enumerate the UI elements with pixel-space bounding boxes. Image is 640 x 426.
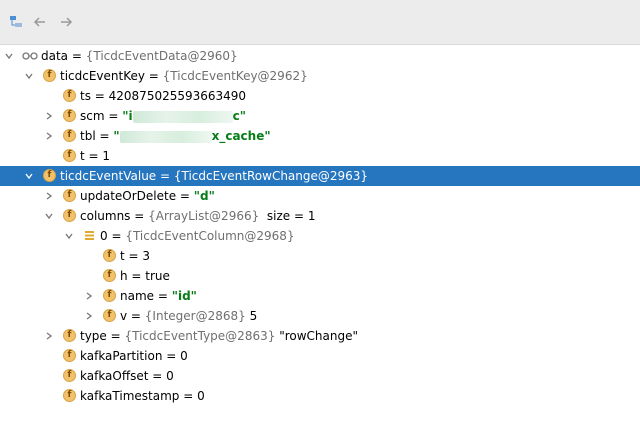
redacted-blur [119, 130, 212, 143]
redacted-blur [132, 110, 233, 123]
string-value-start: "i [122, 109, 133, 123]
node-text: kafkaOffset = 0 [80, 369, 174, 383]
chevron-right-icon[interactable] [44, 106, 54, 126]
field-icon: f [103, 289, 116, 302]
tree-row-ticdcEventKey[interactable]: f ticdcEventKey = {TicdcEventKey@2962} [0, 66, 640, 86]
field-icon: f [63, 369, 76, 382]
debugger-toolbar [0, 0, 640, 45]
field-icon: f [63, 149, 76, 162]
node-name: updateOrDelete = [80, 189, 194, 203]
node-name: tbl = [80, 129, 114, 143]
node-ref: {TicdcEventColumn@2968} [125, 229, 295, 243]
string-value-end: x_cache" [211, 129, 271, 143]
chevron-down-icon[interactable] [24, 166, 34, 186]
chevron-right-icon[interactable] [84, 306, 94, 326]
tree-row-column-0[interactable]: 0 = {TicdcEventColumn@2968} [0, 226, 640, 246]
chevron-down-icon[interactable] [64, 226, 74, 246]
node-name: ticdcEventValue [60, 169, 157, 183]
forward-arrow-icon[interactable] [58, 14, 74, 30]
node-text: h = true [120, 269, 170, 283]
string-value: "id" [171, 289, 197, 303]
node-name: scm = [80, 109, 123, 123]
tree-icon[interactable] [8, 14, 24, 30]
chevron-right-icon[interactable] [44, 326, 54, 346]
field-icon: f [63, 109, 76, 122]
string-value-start: " [113, 129, 120, 143]
chevron-right-icon[interactable] [44, 186, 54, 206]
tree-row-t[interactable]: f t = 1 [0, 146, 640, 166]
field-icon: f [103, 249, 116, 262]
node-name: columns [80, 209, 131, 223]
node-name: type [80, 329, 107, 343]
node-ref: {ArrayList@2966} [148, 209, 260, 223]
field-icon: f [43, 69, 56, 82]
node-value: "rowChange" [279, 329, 358, 343]
node-name: ticdcEventKey [60, 69, 145, 83]
field-icon: f [63, 349, 76, 362]
chevron-down-icon[interactable] [4, 46, 14, 66]
field-icon: f [103, 269, 116, 282]
tree-row-ticdcEventValue[interactable]: f ticdcEventValue = {TicdcEventRowChange… [0, 166, 640, 186]
tree-row-col-name[interactable]: f name = "id" [0, 286, 640, 306]
string-value-end: c" [232, 109, 246, 123]
tree-row-type[interactable]: f type = {TicdcEventType@2863} "rowChang… [0, 326, 640, 346]
node-text: t = 1 [80, 149, 111, 163]
tree-row-columns[interactable]: f columns = {ArrayList@2966} size = 1 [0, 206, 640, 226]
tree-row-kafkaOffset[interactable]: f kafkaOffset = 0 [0, 366, 640, 386]
node-text: t = 3 [120, 249, 151, 263]
node-ref: {TicdcEventType@2863} [124, 329, 276, 343]
array-element-icon [84, 230, 95, 241]
string-value: "d" [193, 189, 215, 203]
node-value: 5 [249, 309, 258, 323]
node-name: data [41, 49, 69, 63]
field-icon: f [63, 329, 76, 342]
tree-row-col-v[interactable]: f v = {Integer@2868} 5 [0, 306, 640, 326]
node-ref: {Integer@2868} [144, 309, 246, 323]
tree-row-updateOrDelete[interactable]: f updateOrDelete = "d" [0, 186, 640, 206]
tree-row-scm[interactable]: f scm = "i c" [0, 106, 640, 126]
tree-row-col-h[interactable]: f h = true [0, 266, 640, 286]
field-icon: f [103, 309, 116, 322]
node-ref: {TicdcEventRowChange@2963} [173, 169, 369, 183]
chevron-down-icon[interactable] [24, 66, 34, 86]
watch-glasses-icon [22, 50, 38, 61]
node-name: 0 [100, 229, 108, 243]
node-name: name = [120, 289, 172, 303]
node-text: kafkaTimestamp = 0 [80, 389, 205, 403]
node-ref: {TicdcEventKey@2962} [162, 69, 308, 83]
node-size: size = 1 [266, 209, 316, 223]
node-ref: {TicdcEventData@2960} [85, 49, 238, 63]
field-icon: f [43, 169, 56, 182]
field-icon: f [63, 209, 76, 222]
node-text: ts = 420875025593663490 [80, 89, 247, 103]
field-icon: f [63, 189, 76, 202]
back-arrow-icon[interactable] [32, 14, 48, 30]
field-icon: f [63, 129, 76, 142]
tree-row-ts[interactable]: f ts = 420875025593663490 [0, 86, 640, 106]
chevron-right-icon[interactable] [44, 126, 54, 146]
tree-row-kafkaTimestamp[interactable]: f kafkaTimestamp = 0 [0, 386, 640, 406]
node-text: kafkaPartition = 0 [80, 349, 188, 363]
tree-row-col-t[interactable]: f t = 3 [0, 246, 640, 266]
field-icon: f [63, 389, 76, 402]
tree-row-tbl[interactable]: f tbl = " x_cache" [0, 126, 640, 146]
field-icon: f [63, 89, 76, 102]
tree-row-kafkaPartition[interactable]: f kafkaPartition = 0 [0, 346, 640, 366]
chevron-right-icon[interactable] [84, 286, 94, 306]
node-name: v [120, 309, 128, 323]
chevron-down-icon[interactable] [44, 206, 54, 226]
tree-row-data[interactable]: data = {TicdcEventData@2960} [0, 46, 640, 66]
